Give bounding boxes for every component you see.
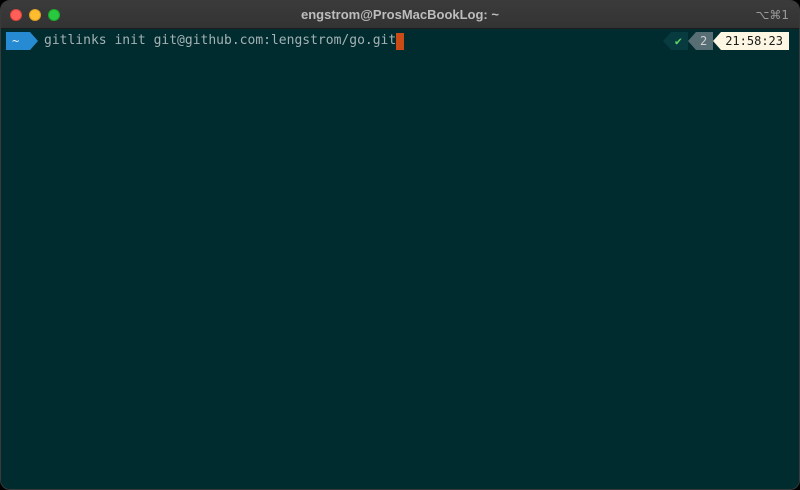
status-arrow (662, 32, 671, 50)
window-shortcut: ⌥⌘1 (755, 8, 789, 22)
window-title: engstrom@ProsMacBookLog: ~ (301, 7, 499, 22)
checkmark-icon: ✔ (670, 32, 688, 50)
command-text: gitlinks init git@github.com:lengstrom/g… (44, 33, 397, 48)
right-prompt: ✔ 2 21:58:23 (662, 32, 789, 50)
title-bar[interactable]: engstrom@ProsMacBookLog: ~ ⌥⌘1 (1, 1, 799, 29)
terminal-window: engstrom@ProsMacBookLog: ~ ⌥⌘1 ~ gitlink… (0, 0, 800, 490)
prompt-dir-segment: ~ (6, 32, 30, 50)
prompt-line: ~ gitlinks init git@github.com:lengstrom… (6, 32, 405, 50)
prompt-dir-arrow (30, 32, 38, 50)
background-jobs-count: 2 (695, 32, 714, 50)
terminal-content[interactable]: ~ gitlinks init git@github.com:lengstrom… (1, 29, 799, 489)
time-arrow (713, 32, 722, 50)
jobs-arrow (687, 32, 696, 50)
prompt-time: 21:58:23 (721, 32, 789, 50)
terminal-cursor (396, 32, 405, 50)
